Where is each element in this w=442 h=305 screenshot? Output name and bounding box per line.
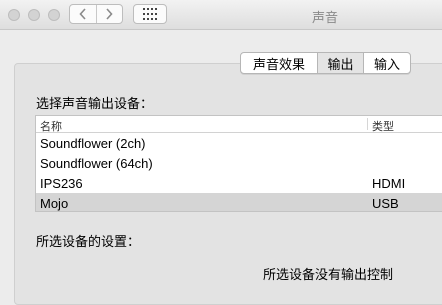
column-header-type[interactable]: 类型 (372, 118, 394, 134)
title-bar: 声音 (0, 0, 442, 30)
tab-sound-effects[interactable]: 声音效果 (241, 53, 318, 73)
column-divider (367, 118, 368, 130)
table-row[interactable]: Soundflower (64ch) (36, 153, 442, 173)
tab-input[interactable]: 输入 (364, 53, 410, 73)
device-name: IPS236 (40, 176, 83, 191)
device-type: USB (372, 196, 399, 211)
device-name: Mojo (40, 196, 69, 211)
table-row-selected[interactable]: Mojo USB (36, 193, 442, 211)
select-output-label: 选择声音输出设备： (36, 96, 154, 111)
table-row[interactable]: IPS236 HDMI (36, 173, 442, 193)
table-row[interactable]: Soundflower (2ch) (36, 133, 442, 153)
output-device-table[interactable]: 名称 类型 Soundflower (2ch) Soundflower (64c… (35, 115, 442, 212)
device-type: HDMI (372, 176, 406, 191)
no-output-controls-text: 所选设备没有输出控制 (263, 267, 394, 282)
table-header: 名称 类型 (36, 116, 442, 133)
device-settings-label: 所选设备的设置： (36, 234, 141, 249)
column-header-name[interactable]: 名称 (40, 118, 62, 134)
device-name: Soundflower (2ch) (40, 136, 146, 151)
window-title: 声音 (311, 10, 338, 25)
device-name: Soundflower (64ch) (40, 156, 153, 171)
tab-output[interactable]: 输出 (318, 53, 364, 73)
tab-bar: 声音效果 输出 输入 (240, 52, 411, 74)
